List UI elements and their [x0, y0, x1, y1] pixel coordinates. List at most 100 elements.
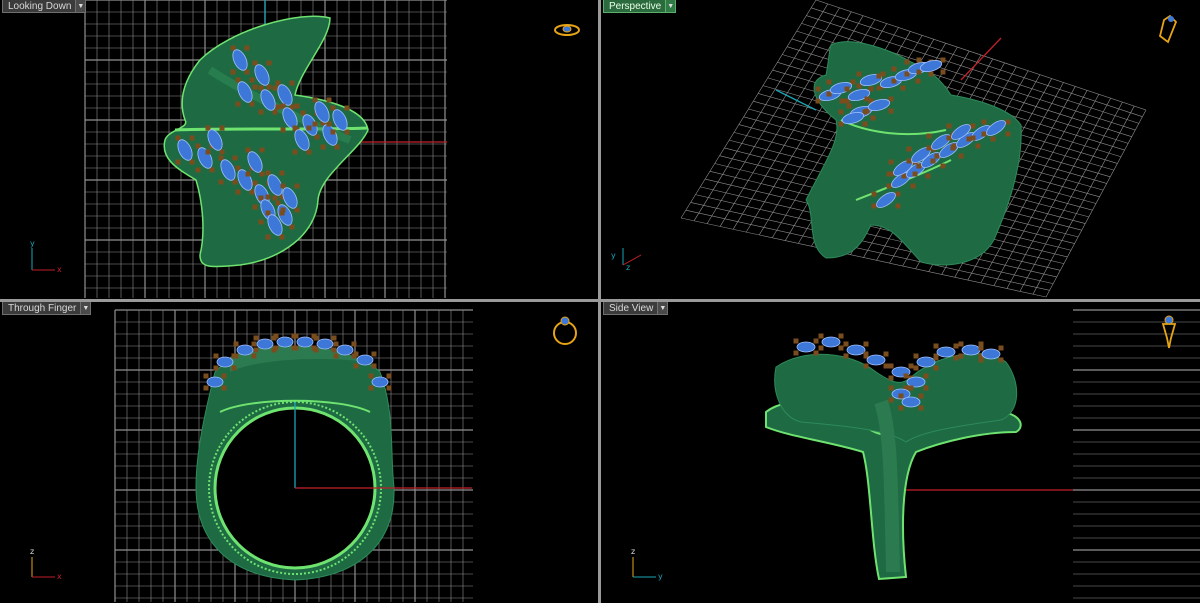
prong	[844, 86, 850, 92]
prong	[235, 101, 241, 107]
marquise-gem[interactable]	[216, 356, 234, 368]
viewport-side-view[interactable]: Side View ▼ z y	[601, 302, 1200, 603]
prong	[266, 84, 272, 90]
prong	[314, 134, 320, 140]
prong	[294, 103, 300, 109]
prong	[331, 335, 337, 341]
prong	[908, 363, 914, 369]
chevron-down-icon[interactable]: ▼	[666, 0, 677, 13]
prong	[258, 85, 264, 91]
prong	[292, 125, 298, 131]
chevron-down-icon[interactable]: ▼	[76, 0, 87, 13]
viewport-perspective[interactable]: Perspective ▼ y z	[601, 0, 1200, 299]
prong	[970, 123, 976, 129]
marquise-gem[interactable]	[919, 58, 943, 73]
marquise-gem[interactable]	[936, 346, 956, 358]
prong	[235, 189, 241, 195]
marquise-gem[interactable]	[901, 396, 921, 408]
axis-label-b: y	[658, 572, 663, 581]
viewport-canvas[interactable]: z y	[601, 302, 1200, 603]
viewport-divider-horizontal[interactable]	[0, 299, 1200, 302]
axis-label-b: x	[57, 265, 62, 274]
prong	[998, 357, 1004, 363]
prong	[863, 351, 869, 357]
chevron-down-icon[interactable]: ▼	[81, 302, 92, 315]
prong	[818, 345, 824, 351]
ring-model[interactable]	[765, 333, 1022, 581]
prong	[275, 200, 281, 206]
prong	[883, 351, 889, 357]
ring-perspective-icon[interactable]	[1158, 14, 1178, 44]
prong	[313, 335, 319, 341]
prong	[950, 145, 956, 151]
prong	[272, 85, 278, 91]
viewport-canvas[interactable]: y z	[601, 0, 1200, 299]
prong	[235, 77, 241, 83]
marquise-gem[interactable]	[256, 338, 274, 350]
prong	[280, 183, 286, 189]
viewport-canvas[interactable]: y x	[0, 0, 598, 299]
viewport-tab-side-view[interactable]: Side View ▼	[603, 302, 669, 315]
prong	[265, 194, 271, 200]
prong	[933, 365, 939, 371]
prong	[330, 105, 336, 111]
prong	[888, 385, 894, 391]
marquise-gem[interactable]	[796, 341, 816, 353]
prong	[252, 180, 258, 186]
ring-model[interactable]	[163, 15, 369, 268]
marquise-gem[interactable]	[866, 354, 886, 366]
marquise-gem[interactable]	[236, 344, 254, 356]
prong	[940, 69, 946, 75]
prong	[275, 80, 281, 86]
prong	[306, 125, 312, 131]
marquise-gem[interactable]	[821, 336, 841, 348]
ring-top-icon[interactable]	[554, 24, 580, 36]
axis-label-a: y	[611, 251, 616, 260]
prong	[253, 347, 259, 353]
viewport-tab-looking-down[interactable]: Looking Down ▼	[2, 0, 87, 13]
marquise-gem[interactable]	[336, 344, 354, 356]
prong	[218, 179, 224, 185]
viewport-canvas[interactable]: z x	[0, 302, 598, 603]
prong	[906, 158, 912, 164]
viewport-tab-through-finger[interactable]: Through Finger ▼	[2, 302, 92, 315]
prong	[333, 341, 339, 347]
viewport-through-finger[interactable]: Through Finger ▼ z x	[0, 302, 598, 603]
viewport-looking-down[interactable]: Looking Down ▼ y x	[0, 0, 598, 299]
prong	[280, 127, 286, 133]
marquise-gem[interactable]	[961, 344, 981, 356]
prong	[856, 71, 862, 77]
ring-side-icon[interactable]	[1161, 315, 1177, 349]
prong	[888, 397, 894, 403]
prong	[331, 347, 337, 353]
marquise-gem[interactable]	[371, 376, 389, 388]
prong	[320, 144, 326, 150]
prong	[838, 333, 844, 339]
prong	[913, 365, 919, 371]
prong	[333, 353, 339, 359]
prong	[926, 145, 932, 151]
marquise-gem[interactable]	[846, 344, 866, 356]
chevron-down-icon[interactable]: ▼	[658, 302, 669, 315]
prong	[946, 135, 952, 141]
viewport-tab-perspective[interactable]: Perspective ▼	[603, 0, 677, 13]
marquise-gem[interactable]	[356, 354, 374, 366]
marquise-gem[interactable]	[981, 348, 1001, 360]
marquise-gem[interactable]	[206, 376, 224, 388]
ring-model[interactable]	[805, 41, 1022, 266]
prong	[175, 159, 181, 165]
prong	[981, 119, 987, 125]
marquise-gem[interactable]	[316, 338, 334, 350]
prong	[353, 351, 359, 357]
ring-front-icon[interactable]	[553, 316, 577, 345]
prong	[371, 351, 377, 357]
prong	[843, 341, 849, 347]
marquise-gem[interactable]	[916, 356, 936, 368]
prong	[990, 136, 996, 142]
prong	[368, 385, 374, 391]
marquise-gem[interactable]	[276, 336, 294, 348]
marquise-gem[interactable]	[296, 336, 314, 348]
prong	[998, 345, 1004, 351]
prong	[838, 109, 844, 115]
axis-label-b: x	[57, 572, 62, 581]
